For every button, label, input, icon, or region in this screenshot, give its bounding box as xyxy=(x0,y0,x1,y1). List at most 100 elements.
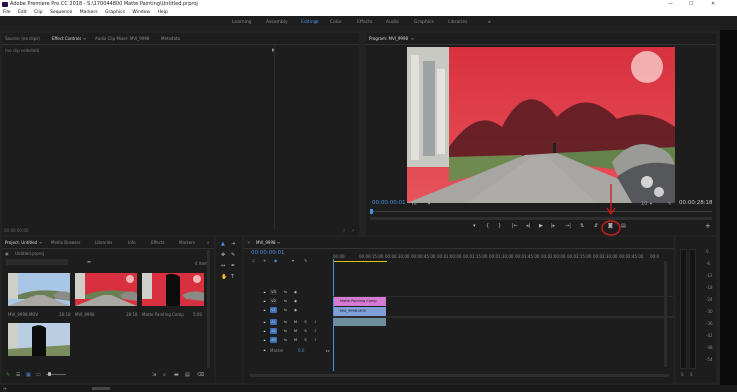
voice-over-mic-icon[interactable]: ♪ xyxy=(312,337,319,343)
program-menu-icon[interactable]: ≡ xyxy=(411,36,414,41)
track-label-v1[interactable]: V1 xyxy=(270,307,277,313)
solo-right-button[interactable]: S xyxy=(690,372,693,377)
playback-scrubber[interactable] xyxy=(370,211,712,212)
razor-tool-icon[interactable]: ✎ xyxy=(231,252,235,258)
mark-in-button[interactable]: { xyxy=(486,223,489,229)
mute-button[interactable]: M xyxy=(292,328,299,334)
track-label-a1[interactable]: A1 xyxy=(270,319,277,325)
workspace-effects[interactable]: Effects xyxy=(357,20,372,25)
markers-icon[interactable]: ◆ xyxy=(274,258,277,263)
menu-markers[interactable]: Markers xyxy=(80,10,98,15)
timeline-horizontal-scrollbar[interactable] xyxy=(249,374,669,377)
hand-tool-icon[interactable]: ✋ xyxy=(221,274,227,280)
step-forward-button[interactable]: |▸ xyxy=(551,223,555,229)
icon-view-icon[interactable]: ▦ xyxy=(26,372,31,378)
workspace-libraries[interactable]: Libraries xyxy=(448,20,467,25)
clip-matte-painting-comp[interactable]: Matte Painting Comp xyxy=(334,297,386,306)
project-item-thumbnail[interactable] xyxy=(75,273,137,306)
fit-dropdown-arrow-icon[interactable]: ▾ xyxy=(428,201,430,206)
clip-mvi-9998-audio[interactable] xyxy=(334,318,386,326)
button-editor-add-button[interactable]: + xyxy=(705,222,711,230)
menu-edit[interactable]: Edit xyxy=(18,10,27,15)
timeline-vertical-scrollbar[interactable] xyxy=(664,261,667,367)
menu-window[interactable]: Window xyxy=(132,10,150,15)
program-timecode-current[interactable]: 00:00:00:01 xyxy=(372,200,406,206)
freeform-view-icon[interactable]: ▭ xyxy=(36,372,41,378)
toggle-output-eye-icon[interactable]: ◉ xyxy=(292,298,299,304)
tab-info[interactable]: Info xyxy=(128,240,136,245)
tab-effect-controls[interactable]: Effect Controls xyxy=(52,36,81,41)
go-to-out-button[interactable]: →| xyxy=(565,223,571,229)
menu-clip[interactable]: Clip xyxy=(34,10,43,15)
playhead-marker[interactable] xyxy=(370,209,373,214)
tab-markers[interactable]: Markers xyxy=(179,240,195,245)
workspace-menu-icon[interactable]: ≡ xyxy=(315,20,319,25)
master-volume-value[interactable]: 0.0 xyxy=(298,348,304,353)
time-ruler[interactable]: 00:00 00:00:15:00 00:00:30:00 00:00:45:0… xyxy=(333,252,673,262)
toggle-output-eye-icon[interactable]: ◉ xyxy=(292,307,299,313)
slip-tool-icon[interactable]: ↔ xyxy=(221,263,225,269)
timeline-timecode[interactable]: 00:00:00:01 xyxy=(251,250,285,256)
mark-out-button[interactable]: } xyxy=(498,223,501,229)
minimize-button[interactable]: — xyxy=(668,0,673,9)
zoom-slider-handle[interactable] xyxy=(48,372,51,376)
track-lock-icon[interactable]: 🔒︎ xyxy=(261,328,268,334)
close-button[interactable]: ✕ xyxy=(711,0,715,9)
track-label-a2[interactable]: A2 xyxy=(270,328,277,334)
project-item-thumbnail[interactable] xyxy=(142,273,204,306)
sync-lock-icon[interactable]: ⇆ xyxy=(282,328,289,334)
filter-icon[interactable]: ▽ xyxy=(342,228,345,233)
workspace-audio[interactable]: Audio xyxy=(386,20,399,25)
mute-button[interactable]: M xyxy=(292,337,299,343)
workspace-learning[interactable]: Learning xyxy=(232,20,252,25)
timeline-close-icon[interactable]: × xyxy=(247,240,250,245)
settings-wrench-icon[interactable]: ✎ xyxy=(668,201,671,206)
project-item-thumbnail[interactable] xyxy=(8,323,70,356)
tab-source[interactable]: Source: (no clips) xyxy=(5,36,40,41)
play-button[interactable]: ▶ xyxy=(539,223,543,229)
track-lock-icon[interactable]: 🔒︎ xyxy=(261,307,268,313)
sync-lock-icon[interactable]: ⇆ xyxy=(282,307,289,313)
solo-button[interactable]: S xyxy=(302,319,309,325)
sync-lock-icon[interactable]: ⇆ xyxy=(282,289,289,295)
tab-audio-clip-mixer[interactable]: Audio Clip Mixer: MVI_9998 xyxy=(95,36,149,41)
new-bin-folder-icon[interactable]: ▬ xyxy=(87,259,91,264)
tab-libraries[interactable]: Libraries xyxy=(95,240,112,245)
workspace-graphics[interactable]: Graphics xyxy=(414,20,434,25)
track-lock-icon[interactable]: 🔒︎ xyxy=(261,337,268,343)
add-marker-button[interactable]: ▾ xyxy=(473,223,476,229)
track-lock-icon[interactable]: 🔒︎ xyxy=(261,319,268,325)
tab-project[interactable]: Project: Untitled xyxy=(5,240,37,245)
tab-metadata[interactable]: Metadata xyxy=(161,36,180,41)
menu-sequence[interactable]: Sequence xyxy=(50,10,72,15)
track-label-v2[interactable]: V2 xyxy=(270,298,277,304)
track-lock-icon[interactable]: 🔒︎ xyxy=(261,289,268,295)
clip-mvi-9998-video[interactable]: MVI_9998.MOV xyxy=(334,307,386,316)
track-select-tool-icon[interactable]: ⇥ xyxy=(231,241,235,247)
step-back-button[interactable]: ◂| xyxy=(526,223,530,229)
list-view-icon[interactable]: ☰ xyxy=(16,372,20,378)
go-to-in-button[interactable]: |← xyxy=(512,223,518,229)
solo-button[interactable]: S xyxy=(302,337,309,343)
voice-over-mic-icon[interactable]: ♪ xyxy=(312,319,319,325)
resolution-dropdown[interactable]: 1/2 xyxy=(641,201,647,206)
new-bin-icon[interactable]: ▬ xyxy=(174,372,179,378)
menu-help[interactable]: Help xyxy=(158,10,168,15)
sync-lock-icon[interactable]: ⇆ xyxy=(282,298,289,304)
toggle-output-eye-icon[interactable]: ◉ xyxy=(292,289,299,295)
track-lock-icon[interactable]: 🔒︎ xyxy=(261,298,268,304)
project-search-input[interactable] xyxy=(6,259,68,265)
timeline-settings-wrench-icon[interactable]: ✎ xyxy=(304,258,307,263)
pen-tool-icon[interactable]: ✒ xyxy=(231,263,235,269)
clear-trash-icon[interactable]: ⌫ xyxy=(197,372,204,378)
linked-selection-icon[interactable]: ⚭ xyxy=(263,258,266,263)
project-item-thumbnail[interactable] xyxy=(8,273,70,306)
lift-button[interactable]: ⇅ xyxy=(580,223,584,229)
lock-edit-icon[interactable]: ✎ xyxy=(6,372,10,378)
workspace-assembly[interactable]: Assembly xyxy=(266,20,288,25)
sync-lock-icon[interactable]: ⇆ xyxy=(282,319,289,325)
solo-left-button[interactable]: S xyxy=(681,372,684,377)
menu-graphics[interactable]: Graphics xyxy=(105,10,125,15)
fit-dropdown[interactable]: Fit xyxy=(412,201,417,206)
project-more-icon[interactable]: » xyxy=(207,240,209,245)
